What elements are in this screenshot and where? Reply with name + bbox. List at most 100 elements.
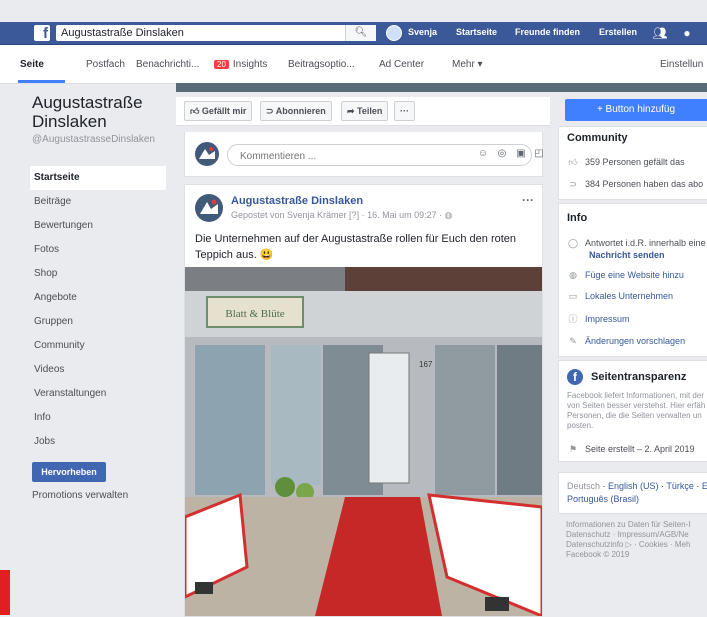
comment-composer: ☺ ◎ ▣ ◰ (184, 132, 544, 177)
tab-insights[interactable]: 20 Insights (214, 59, 267, 70)
footer-line-1[interactable]: Informationen zu Daten für Seiten-I (566, 520, 707, 530)
language-card: Deutsch · English (US) · Türkçe · E Port… (558, 472, 707, 514)
post-meta: Gepostet von Svenja Krämer [?] · 16. Mai… (231, 210, 452, 221)
active-tab-indicator (18, 80, 65, 83)
send-message-link[interactable]: Nachricht senden (589, 250, 665, 260)
language-current: Deutsch (567, 481, 601, 491)
footer: Informationen zu Daten für Seiten-I Date… (566, 520, 707, 560)
sidebar-item-shop[interactable]: Shop (30, 262, 166, 286)
sidebar-item-fotos[interactable]: Fotos (30, 238, 166, 262)
follows-count: 384 Personen haben das abo (585, 179, 704, 189)
share-button[interactable]: ➦ Teilen (341, 101, 389, 121)
find-friends-link[interactable]: Freunde finden (515, 27, 580, 37)
sidebar-item-beitraege[interactable]: Beiträge (30, 190, 166, 214)
tab-seite[interactable]: Seite (20, 59, 44, 70)
sidebar-item-gruppen[interactable]: Gruppen (30, 310, 166, 334)
response-row: ◯ Antwortet i.d.R. innerhalb eine (567, 238, 706, 249)
manage-promotions-link[interactable]: Promotions verwalten (32, 490, 128, 501)
comment-input[interactable] (238, 148, 442, 164)
like-button[interactable]: 👍︎ Gefällt mir (184, 101, 253, 121)
sidebar-item-jobs[interactable]: Jobs (30, 430, 166, 454)
camera-icon[interactable]: ◎ (496, 148, 508, 160)
language-portuguese[interactable]: Português (Brasil) (567, 494, 639, 504)
facebook-logo-icon[interactable]: f (34, 25, 50, 42)
friend-requests-icon[interactable]: 👥︎ (652, 25, 668, 41)
post-options-button[interactable]: ··· (522, 193, 534, 207)
gif-icon[interactable]: ▣ (515, 148, 527, 160)
info-card: Info ◯ Antwortet i.d.R. innerhalb eine Na… (558, 203, 707, 357)
sticker-icon[interactable]: ◰ (533, 148, 545, 160)
home-link[interactable]: Startseite (456, 27, 497, 37)
shop-sign-text: Blatt & Blüte (225, 308, 284, 320)
create-link[interactable]: Erstellen (599, 27, 637, 37)
add-button-cta[interactable]: + Button hinzufüg (565, 99, 707, 121)
language-more[interactable]: E (702, 481, 707, 491)
follow-button[interactable]: ⊃ Abonnieren (260, 101, 332, 121)
messenger-icon[interactable]: ● (679, 25, 695, 41)
page-created-row: ⚑ Seite erstellt – 2. April 2019 (567, 444, 695, 455)
community-title: Community (567, 132, 628, 144)
page-created-date: Seite erstellt – 2. April 2019 (585, 444, 695, 454)
search-icon[interactable]: 🔍︎ (345, 25, 376, 41)
transparency-card: f Seitentransparenz Facebook liefert Inf… (558, 360, 707, 462)
comment-box[interactable]: ☺ ◎ ▣ ◰ (227, 144, 544, 166)
page-avatar (195, 142, 219, 166)
tab-mehr[interactable]: Mehr ▾ (452, 59, 483, 70)
tab-benachrichtigungen[interactable]: Benachrichti... (136, 59, 199, 70)
profile-link[interactable]: Svenja (408, 27, 437, 37)
category-row: ▭ Lokales Unternehmen (567, 291, 673, 302)
tab-einstellungen[interactable]: Einstellun (660, 59, 703, 70)
facebook-icon: f (567, 369, 583, 385)
sidebar-item-info[interactable]: Info (30, 406, 166, 430)
sidebar-item-videos[interactable]: Videos (30, 358, 166, 382)
user-avatar[interactable] (386, 25, 402, 41)
language-english[interactable]: English (US) (608, 481, 659, 491)
emoji-icon[interactable]: ☺ (477, 148, 489, 160)
page-handle[interactable]: @AugustastrasseDinslaken (32, 134, 172, 146)
thumbs-up-icon: 👍︎ (190, 106, 202, 116)
response-time: Antwortet i.d.R. innerhalb eine (585, 238, 706, 248)
post-meta-text: Gepostet von Svenja Krämer [?] · 16. Mai… (231, 210, 443, 220)
page-tab-bar: Seite Postfach Benachrichti... 20 Insight… (0, 45, 707, 84)
impressum-link[interactable]: Impressum (585, 314, 630, 324)
post-author-link[interactable]: Augustastraße Dinslaken (231, 195, 363, 207)
share-button-label: Teilen (357, 106, 383, 116)
sidebar-item-startseite[interactable]: Startseite (30, 166, 166, 190)
sidebar-item-angebote[interactable]: Angebote (30, 286, 166, 310)
rss-icon: ⊃ (266, 106, 276, 116)
share-arrow-icon: ➦ (347, 106, 358, 116)
sidebar-item-veranstaltungen[interactable]: Veranstaltungen (30, 382, 166, 406)
add-website-link[interactable]: Füge eine Website hinzu (585, 270, 684, 280)
page-action-bar: 👍︎ Gefällt mir ⊃ Abonnieren ➦ Teilen ··· (176, 97, 550, 126)
category-icon: ▭ (568, 291, 578, 301)
suggest-edits-link[interactable]: Änderungen vorschlagen (585, 336, 685, 346)
search-box[interactable]: 🔍︎ (56, 25, 376, 41)
sidebar-item-community[interactable]: Community (30, 334, 166, 358)
community-card: Community 👍︎ 359 Personen gefällt das ⊃ 38… (558, 126, 707, 200)
footer-line-2[interactable]: Datenschutz · Impressum/AGB/Ne (566, 530, 707, 540)
message-icon: ◯ (567, 238, 579, 248)
suggest-row: ✎ Änderungen vorschlagen (567, 336, 685, 347)
tab-beitragsoptionen[interactable]: Beitragsoptio... (288, 59, 355, 70)
more-actions-button[interactable]: ··· (394, 101, 415, 121)
category-link[interactable]: Lokales Unternehmen (585, 291, 673, 301)
post-card: Augustastraße Dinslaken Gepostet von Sve… (184, 184, 543, 617)
language-turkish[interactable]: Türkçe (666, 481, 694, 491)
post-photo[interactable]: Blatt & Blüte 167 (185, 267, 542, 616)
tab-insights-label: Insights (232, 59, 268, 70)
tab-postfach[interactable]: Postfach (86, 59, 125, 70)
website-row: ◍ Füge eine Website hinzu (567, 270, 684, 281)
follow-button-label: Abonnieren (275, 106, 326, 116)
transparency-title: Seitentransparenz (591, 371, 687, 383)
footer-copyright: Facebook © 2019 (566, 550, 630, 559)
impressum-row: ⓘ Impressum (567, 312, 630, 325)
sidebar-item-bewertungen[interactable]: Bewertungen (30, 214, 166, 238)
page-title: Augustastraße Dinslaken (32, 93, 143, 131)
info-icon: ⓘ (568, 314, 578, 324)
post-author-avatar[interactable] (195, 194, 223, 222)
info-title: Info (567, 212, 588, 224)
footer-line-3[interactable]: Datenschutzinfo ▷ · Cookies · Meh (566, 540, 707, 550)
tab-ad-center[interactable]: Ad Center (379, 59, 424, 70)
search-input[interactable] (56, 25, 346, 41)
promote-button[interactable]: Hervorheben (32, 462, 106, 482)
